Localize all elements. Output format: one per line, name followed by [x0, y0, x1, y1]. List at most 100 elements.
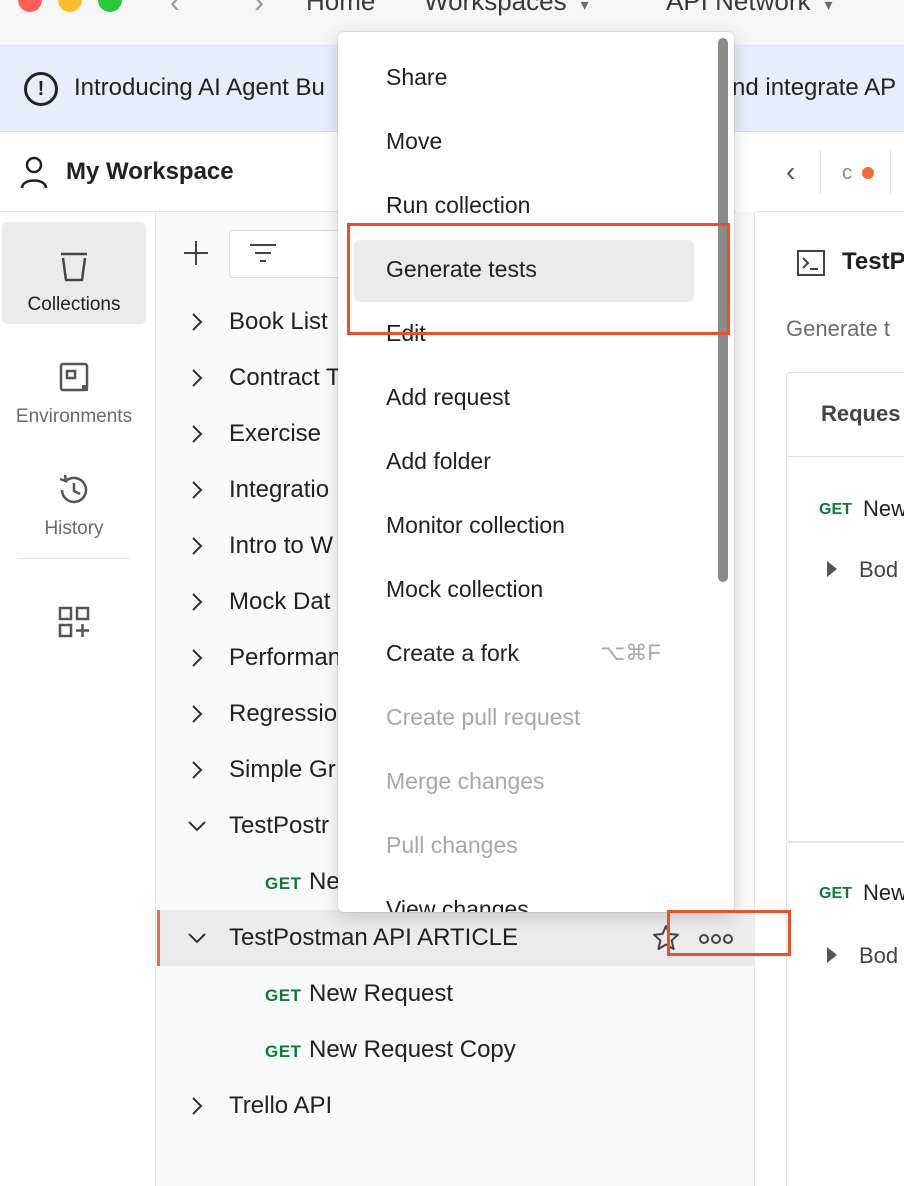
chevron-down-icon — [188, 933, 206, 944]
menu-item-move[interactable]: Move — [354, 112, 694, 174]
menu-item-pull-changes[interactable]: Pull changes — [354, 816, 694, 878]
nav-home[interactable]: Home — [306, 0, 375, 17]
tab-bar: ‹ c — [756, 132, 904, 212]
collection-item-selected[interactable]: TestPostman API ARTICLE — [157, 910, 755, 966]
menu-item-share[interactable]: Share — [354, 48, 694, 110]
request-label: New Request — [309, 980, 454, 1007]
menu-item-create-pull-request[interactable]: Create pull request — [354, 688, 694, 750]
rail-item-history[interactable]: History — [2, 446, 146, 548]
menu-item-edit[interactable]: Edit — [354, 304, 694, 366]
tab-title[interactable]: c — [842, 162, 852, 185]
request-pane: ‹ c TestP Generate t Reques GET New Bod … — [756, 132, 904, 1186]
rail-item-environments[interactable]: Environments — [2, 334, 146, 436]
chevron-right-icon — [192, 593, 203, 611]
menu-item-label: Share — [386, 64, 448, 90]
request-method-badge: GET — [819, 501, 852, 518]
collection-label: TestPostr — [229, 812, 330, 839]
request-label: New — [863, 496, 904, 521]
collection-label: Exercise — [229, 420, 322, 447]
nav-workspaces-label: Workspaces — [424, 0, 567, 16]
rail-divider — [18, 558, 130, 559]
expand-triangle-icon[interactable] — [827, 947, 837, 963]
menu-item-add-folder[interactable]: Add folder — [354, 432, 694, 494]
tab-divider — [890, 150, 891, 194]
collection-label: Mock Dat — [229, 588, 331, 615]
menu-item-label: Monitor collection — [386, 512, 565, 538]
menu-item-label: Create pull request — [386, 704, 581, 730]
collection-item[interactable]: Trello API — [157, 1078, 755, 1134]
request-item[interactable]: GET New Request — [157, 966, 755, 1022]
requests-card: GET New Bod — [786, 842, 904, 1186]
pane-title: TestP — [842, 248, 904, 275]
menu-item-label: Add folder — [386, 448, 491, 474]
nav-api-network-label: API Network — [666, 0, 811, 16]
more-options-button[interactable] — [696, 932, 736, 946]
menu-item-label: Mock collection — [386, 576, 544, 602]
person-icon — [20, 156, 48, 189]
request-method-badge: GET — [265, 874, 302, 893]
trash-can-icon — [61, 252, 87, 282]
nav-workspaces[interactable]: Workspaces ▾ — [424, 0, 589, 17]
minimize-window-button[interactable] — [58, 0, 82, 12]
collection-label: Contract T — [229, 364, 341, 391]
banner-text: Introducing AI Agent Bu — [74, 74, 325, 101]
menu-item-merge-changes[interactable]: Merge changes — [354, 752, 694, 814]
add-apps-icon — [58, 606, 90, 638]
menu-item-label: Create a fork — [386, 640, 519, 666]
menu-item-label: Edit — [386, 320, 426, 346]
terminal-icon — [797, 250, 825, 276]
menu-item-monitor-collection[interactable]: Monitor collection — [354, 496, 694, 558]
request-item[interactable]: GET New Request Copy — [157, 1022, 755, 1078]
keyboard-shortcut: ⌥⌘F — [600, 640, 661, 665]
chevron-left-icon[interactable]: ‹ — [786, 156, 795, 188]
chevron-right-icon — [192, 1097, 203, 1115]
menu-item-label: Move — [386, 128, 443, 154]
rail-item-add-apps[interactable] — [2, 578, 146, 680]
chevron-down-icon — [188, 821, 206, 832]
chevron-right-icon — [192, 369, 203, 387]
add-collection-button[interactable] — [181, 238, 211, 268]
body-label: Bod — [859, 557, 899, 582]
history-icon — [59, 474, 88, 504]
menu-item-label: Generate tests — [386, 256, 537, 282]
requests-card-header: Reques — [787, 373, 904, 457]
chevron-right-icon — [192, 705, 203, 723]
menu-item-view-changes[interactable]: View changes — [354, 880, 694, 912]
collection-context-menu: Share Move Run collection Generate tests… — [338, 32, 734, 912]
menu-item-label: Merge changes — [386, 768, 545, 794]
close-window-button[interactable] — [18, 0, 42, 12]
menu-scrollbar[interactable] — [718, 38, 728, 582]
menu-item-generate-tests[interactable]: Generate tests — [354, 240, 694, 302]
filter-icon — [250, 244, 276, 262]
request-label: New Request Copy — [309, 1036, 516, 1063]
menu-item-mock-collection[interactable]: Mock collection — [354, 560, 694, 622]
rail-item-label: History — [44, 518, 104, 539]
chevron-right-icon — [192, 537, 203, 555]
menu-item-label: Run collection — [386, 192, 531, 218]
collection-label: Book List — [229, 308, 328, 335]
collection-label: Simple Gr — [229, 756, 336, 783]
menu-item-add-request[interactable]: Add request — [354, 368, 694, 430]
request-label: New — [863, 880, 904, 905]
back-arrow-icon[interactable]: ‹ — [170, 0, 180, 20]
forward-arrow-icon[interactable]: › — [254, 0, 264, 20]
chevron-right-icon — [192, 481, 203, 499]
menu-item-run-collection[interactable]: Run collection — [354, 176, 694, 238]
chevron-right-icon — [192, 313, 203, 331]
rail-item-collections[interactable]: Collections — [2, 222, 146, 324]
menu-item-create-fork[interactable]: Create a fork ⌥⌘F — [354, 624, 694, 686]
chevron-right-icon — [192, 649, 203, 667]
tab-divider — [820, 150, 821, 194]
maximize-window-button[interactable] — [98, 0, 122, 12]
nav-api-network[interactable]: API Network ▾ — [666, 0, 833, 17]
filter-search-input[interactable] — [229, 230, 349, 278]
request-method-badge: GET — [265, 1042, 302, 1061]
star-icon[interactable] — [652, 924, 680, 952]
expand-triangle-icon[interactable] — [827, 561, 837, 577]
collection-label: Performan — [229, 644, 342, 671]
workspace-name[interactable]: My Workspace — [66, 158, 234, 186]
chevron-down-icon: ▾ — [824, 0, 833, 14]
requests-card-title: Reques — [821, 401, 901, 426]
unsaved-dot-icon — [862, 167, 874, 179]
collection-label: TestPostman API ARTICLE — [229, 924, 519, 951]
